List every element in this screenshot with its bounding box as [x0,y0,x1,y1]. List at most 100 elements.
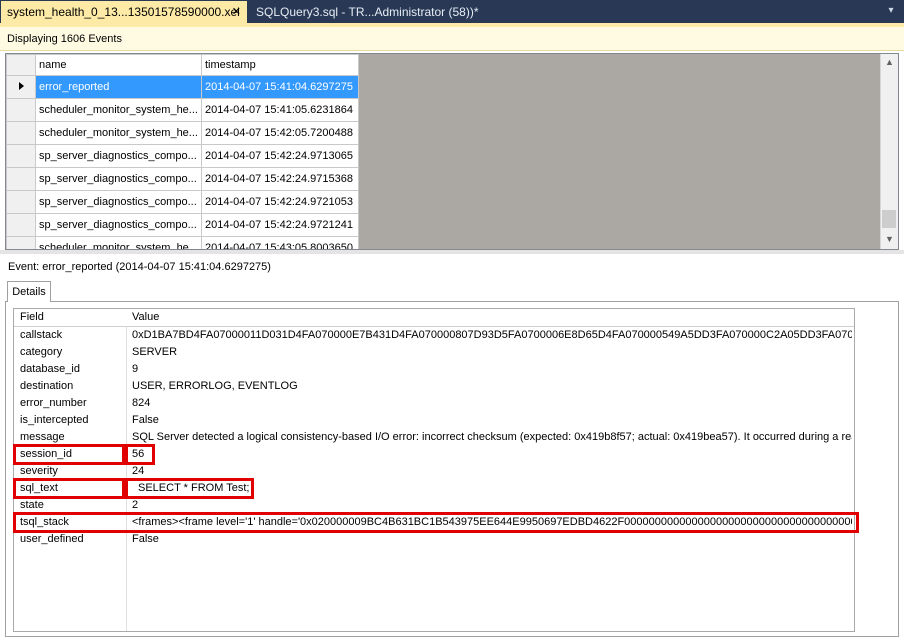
field-value: 24 [132,465,145,477]
events-table: name timestamp error_reported 2014-04-07… [6,54,359,249]
table-row[interactable]: scheduler_monitor_system_he... 2014-04-0… [6,121,359,145]
row-header[interactable] [6,144,36,168]
field-value: False [132,414,159,426]
field-value: SQL Server detected a logical consistenc… [132,431,852,443]
field-value: 824 [132,397,151,409]
table-row[interactable]: sp_server_diagnostics_compo... 2014-04-0… [6,213,359,237]
field-name: severity [20,465,58,477]
details-grid[interactable]: Field Value callstack 0xD1BA7BD4FA070000… [13,308,855,632]
scrollbar-thumb[interactable] [882,210,896,228]
cell-name[interactable]: sp_server_diagnostics_compo... [35,190,202,214]
field-value: SELECT * FROM Test; [138,482,250,494]
cell-name[interactable]: scheduler_monitor_system_he... [35,98,202,122]
tab-sqlquery3-label: SQLQuery3.sql - TR...Administrator (58))… [256,5,479,19]
field-value: 56 [132,448,145,460]
detail-row-user-defined[interactable]: user_defined False [14,531,854,548]
cell-timestamp[interactable]: 2014-04-07 15:42:24.9713065 [200,144,359,168]
detail-row-is-intercepted[interactable]: is_intercepted False [14,412,854,429]
details-panel: Field Value callstack 0xD1BA7BD4FA070000… [5,301,899,637]
field-value: USER, ERRORLOG, EVENTLOG [132,380,298,392]
detail-row-session-id[interactable]: session_id 56 [14,446,854,463]
row-header-corner[interactable] [6,54,36,76]
detail-row-callstack[interactable]: callstack 0xD1BA7BD4FA07000011D031D4FA07… [14,327,854,344]
cell-timestamp[interactable]: 2014-04-07 15:41:04.6297275 [200,75,359,99]
detail-row-destination[interactable]: destination USER, ERRORLOG, EVENTLOG [14,378,854,395]
tab-sqlquery3[interactable]: SQLQuery3.sql - TR...Administrator (58))… [250,1,490,23]
cell-timestamp[interactable]: 2014-04-07 15:42:24.9715368 [200,167,359,191]
table-row[interactable]: sp_server_diagnostics_compo... 2014-04-0… [6,190,359,214]
cell-name[interactable]: sp_server_diagnostics_compo... [35,167,202,191]
xel-viewer-pane: Displaying 1606 Events name timestamp er… [0,23,904,638]
scroll-down-icon[interactable]: ▼ [881,231,898,247]
tab-details[interactable]: Details [7,281,51,302]
field-name: sql_text [20,482,58,494]
field-name: category [20,346,63,358]
cell-name[interactable]: sp_server_diagnostics_compo... [35,213,202,237]
table-row[interactable]: scheduler_monitor_system_he... 2014-04-0… [6,236,359,249]
row-header[interactable] [6,98,36,122]
cell-name[interactable]: scheduler_monitor_system_he... [35,121,202,145]
event-count-text: Displaying 1606 Events [7,33,122,45]
column-header-field[interactable]: Field [20,309,128,326]
column-header-value[interactable]: Value [132,309,852,326]
field-name: is_intercepted [20,414,89,426]
cell-name[interactable]: error_reported [35,75,202,99]
field-name: user_defined [20,533,84,545]
detail-row-sql-text[interactable]: sql_text SELECT * FROM Test; [14,480,854,497]
detail-row-database-id[interactable]: database_id 9 [14,361,854,378]
field-value: 2 [132,499,139,511]
close-icon[interactable]: ✕ [232,1,241,23]
cell-timestamp[interactable]: 2014-04-07 15:42:05.7200488 [200,121,359,145]
table-row[interactable]: scheduler_monitor_system_he... 2014-04-0… [6,98,359,122]
table-row[interactable]: error_reported 2014-04-07 15:41:04.62972… [6,75,359,99]
cell-timestamp[interactable]: 2014-04-07 15:42:24.9721241 [200,213,359,237]
table-row[interactable]: sp_server_diagnostics_compo... 2014-04-0… [6,167,359,191]
current-row-arrow-icon [18,82,24,90]
detail-row-category[interactable]: category SERVER [14,344,854,361]
field-name: error_number [20,397,87,409]
column-header-timestamp[interactable]: timestamp [200,54,359,76]
detail-row-tsql-stack[interactable]: tsql_stack <frames><frame level='1' hand… [14,514,854,531]
detail-row-severity[interactable]: severity 24 [14,463,854,480]
row-header[interactable] [6,75,36,99]
detail-row-message[interactable]: message SQL Server detected a logical co… [14,429,854,446]
selected-event-label: Event: error_reported (2014-04-07 15:41:… [8,261,271,273]
field-name: database_id [20,363,80,375]
document-tab-strip: system_health_0_13...13501578590000.xel … [0,0,904,23]
detail-row-error-number[interactable]: error_number 824 [14,395,854,412]
row-header[interactable] [6,236,36,249]
field-value: SERVER [132,346,178,358]
events-grid[interactable]: name timestamp error_reported 2014-04-07… [5,53,899,250]
field-name: destination [20,380,74,392]
pane-splitter[interactable] [0,250,904,254]
row-header[interactable] [6,167,36,191]
events-header-row: name timestamp [6,54,359,76]
row-header[interactable] [6,213,36,237]
cell-timestamp[interactable]: 2014-04-07 15:43:05.8003650 [200,236,359,249]
field-value: <frames><frame level='1' handle='0x02000… [132,516,852,528]
details-header-row: Field Value [14,309,854,327]
cell-timestamp[interactable]: 2014-04-07 15:42:24.9721053 [200,190,359,214]
scroll-up-icon[interactable]: ▲ [881,54,898,70]
column-header-name[interactable]: name [35,54,202,76]
events-vertical-scrollbar[interactable]: ▲ ▼ [880,54,898,249]
cell-name[interactable]: sp_server_diagnostics_compo... [35,144,202,168]
detail-row-state[interactable]: state 2 [14,497,854,514]
field-name: tsql_stack [20,516,69,528]
event-count-bar: Displaying 1606 Events [0,27,904,51]
field-name: session_id [20,448,72,460]
row-header[interactable] [6,190,36,214]
tab-xel-file-label: system_health_0_13...13501578590000.xel [7,5,240,19]
field-value: False [132,533,159,545]
row-header[interactable] [6,121,36,145]
field-name: callstack [20,329,63,341]
table-row[interactable]: sp_server_diagnostics_compo... 2014-04-0… [6,144,359,168]
field-value: 9 [132,363,139,375]
field-value: 0xD1BA7BD4FA07000011D031D4FA070000E7B431… [132,329,852,341]
cell-timestamp[interactable]: 2014-04-07 15:41:05.6231864 [200,98,359,122]
field-name: state [20,499,44,511]
chevron-down-icon[interactable]: ▾ [884,2,898,20]
cell-name[interactable]: scheduler_monitor_system_he... [35,236,202,249]
field-name: message [20,431,65,443]
tab-xel-file[interactable]: system_health_0_13...13501578590000.xel … [1,1,247,23]
